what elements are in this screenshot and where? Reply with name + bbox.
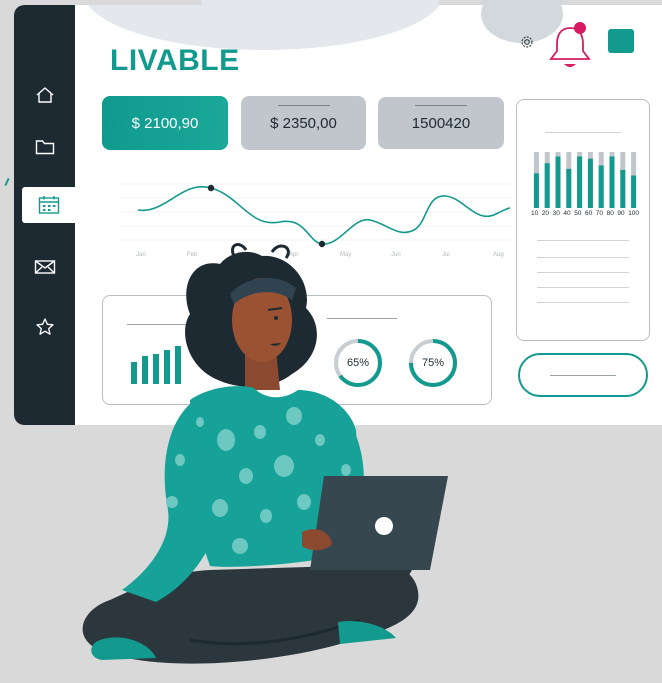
panel-title-line	[545, 132, 621, 133]
action-button[interactable]	[518, 353, 648, 397]
bar-tick-label: 70	[595, 210, 604, 217]
button-line	[550, 375, 616, 376]
stat-card-count[interactable]: 1500420	[378, 97, 504, 149]
card-divider	[277, 105, 330, 106]
stat-value: $ 2100,90	[131, 114, 199, 132]
bar-tick-label: 60	[585, 210, 593, 217]
bar	[555, 156, 561, 208]
bar	[609, 156, 615, 208]
bar	[533, 173, 539, 208]
sidebar-item-home[interactable]	[14, 77, 75, 113]
bar	[631, 175, 637, 208]
panel-line	[537, 240, 629, 241]
y-axis	[120, 183, 510, 241]
line-point	[207, 184, 215, 192]
panel-line	[537, 257, 629, 258]
person-illustration	[82, 243, 448, 664]
bell-icon[interactable]	[544, 18, 596, 72]
bar	[620, 169, 626, 208]
bar-tick-label: 50	[574, 210, 582, 217]
stat-value: $ 2350,00	[270, 114, 337, 132]
panel-line	[537, 272, 629, 273]
bar-tick-label: 20	[541, 210, 550, 217]
bar-tick-label: 10	[531, 210, 539, 217]
bar-tick-label: 90	[617, 210, 625, 217]
app-logo: LIVABLE	[110, 44, 240, 77]
bar-chart-labels: 10 20 30 40 50 60 70 80 90 100	[531, 210, 639, 220]
sidebar-item-calendar[interactable]	[22, 187, 75, 223]
stat-card-total[interactable]: $ 2350,00	[241, 96, 366, 150]
bar	[598, 165, 604, 208]
gear-icon[interactable]	[520, 35, 534, 49]
stat-value: 1500420	[411, 114, 471, 132]
panel-line	[537, 302, 629, 303]
bar-chart-panel: 10 20 30 40 50 60 70 80 90 100	[516, 99, 650, 341]
folder-icon	[35, 140, 54, 155]
bar	[577, 156, 583, 208]
bar-tick-label: 100	[628, 210, 640, 217]
line-series	[137, 185, 510, 245]
bar-tick-label: 80	[606, 210, 614, 217]
calendar-icon	[38, 196, 59, 214]
panel-line	[537, 287, 629, 288]
bar	[544, 163, 550, 208]
sidebar-item-folder[interactable]	[14, 129, 75, 165]
bar-tick-label: 30	[552, 210, 560, 217]
eye	[274, 316, 278, 320]
bar	[587, 158, 593, 208]
laptop-logo	[375, 517, 393, 535]
bar-chart	[533, 152, 637, 208]
home-icon	[36, 87, 53, 103]
laptop-base	[228, 570, 412, 580]
bar-tick-label: 40	[563, 210, 571, 217]
menu-square-icon[interactable]	[608, 29, 634, 53]
card-divider	[415, 105, 467, 106]
accent-mark	[4, 177, 10, 187]
x-tick-label: Aug	[493, 252, 504, 258]
stat-card-balance[interactable]: $ 2100,90	[102, 96, 228, 150]
bar	[566, 168, 572, 208]
